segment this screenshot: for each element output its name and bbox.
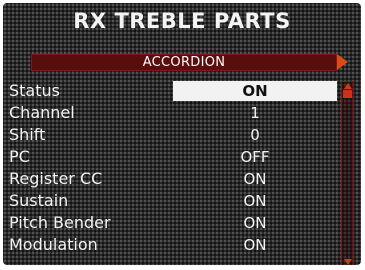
- param-label: Register CC: [9, 169, 103, 188]
- param-value[interactable]: ON: [173, 169, 337, 189]
- param-row-modulation[interactable]: Modulation ON: [3, 235, 339, 255]
- param-label: Pitch Bender: [9, 213, 111, 232]
- param-row-pc[interactable]: PC OFF: [3, 147, 339, 167]
- scrollbar[interactable]: [341, 81, 354, 265]
- param-row-register-cc[interactable]: Register CC ON: [3, 169, 339, 189]
- param-value[interactable]: 0: [173, 125, 337, 145]
- scroll-up-icon[interactable]: [344, 83, 352, 89]
- param-label: PC: [9, 147, 30, 166]
- param-label: Modulation: [9, 235, 98, 254]
- param-label: Status: [9, 81, 60, 100]
- param-label: Sustain: [9, 191, 69, 210]
- param-value[interactable]: ON: [173, 191, 337, 211]
- param-label: Channel: [9, 103, 75, 122]
- display-screen: RX TREBLE PARTS ACCORDION Status ON Chan…: [3, 3, 361, 265]
- scroll-down-icon[interactable]: [344, 259, 352, 265]
- param-label: Shift: [9, 125, 46, 144]
- param-value[interactable]: ON: [173, 81, 337, 101]
- param-row-sustain[interactable]: Sustain ON: [3, 191, 339, 211]
- param-value[interactable]: ON: [173, 235, 337, 255]
- param-row-shift[interactable]: Shift 0: [3, 125, 339, 145]
- param-row-status[interactable]: Status ON: [3, 81, 339, 101]
- param-row-pitch-bender[interactable]: Pitch Bender ON: [3, 213, 339, 233]
- param-value[interactable]: OFF: [173, 147, 337, 167]
- right-arrow-icon[interactable]: [337, 54, 348, 70]
- scroll-thumb[interactable]: [343, 90, 352, 98]
- part-selector[interactable]: ACCORDION: [31, 54, 348, 71]
- part-selector-value: ACCORDION: [142, 55, 226, 70]
- param-row-channel[interactable]: Channel 1: [3, 103, 339, 123]
- param-value[interactable]: 1: [173, 103, 337, 123]
- page-title: RX TREBLE PARTS: [73, 9, 291, 33]
- param-value[interactable]: ON: [173, 213, 337, 233]
